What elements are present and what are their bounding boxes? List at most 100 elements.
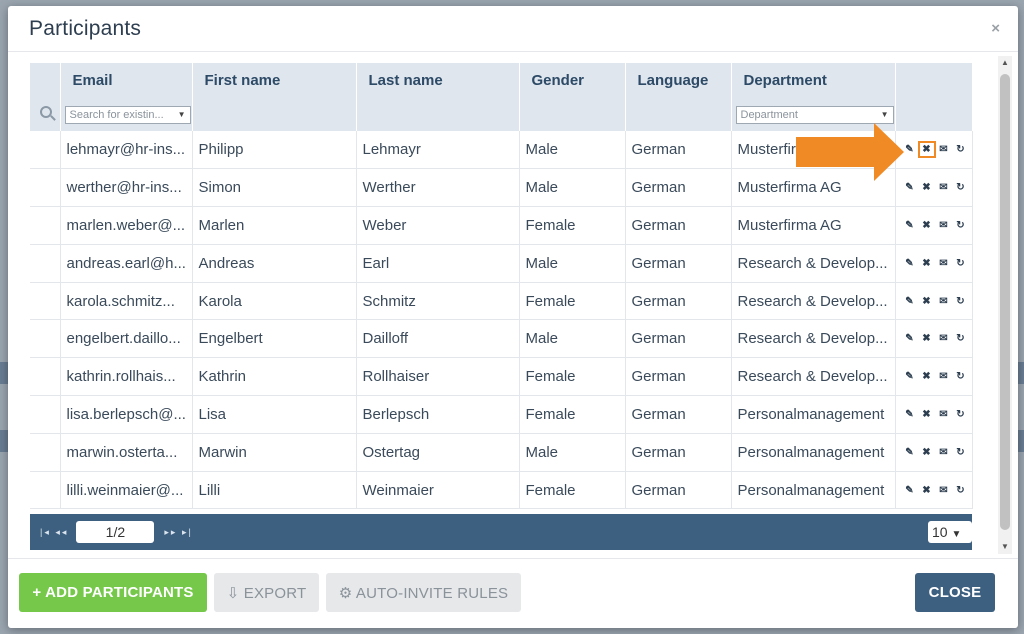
add-participants-button[interactable]: + ADD PARTICIPANTS (19, 573, 207, 612)
pencil-icon[interactable]: ✎ (904, 296, 916, 307)
row-select-cell[interactable] (30, 471, 61, 510)
pencil-icon[interactable]: ✎ (904, 333, 916, 344)
page-size-value: 10 (932, 524, 948, 540)
delete-x-icon[interactable]: ✖ (921, 182, 933, 193)
close-button[interactable]: CLOSE (915, 573, 995, 612)
delete-x-icon[interactable]: ✖ (921, 447, 933, 458)
cell-gender: Male (519, 168, 626, 208)
cell-first-name: Marwin (192, 433, 357, 472)
cell-language: German (625, 131, 732, 170)
column-header-first-name[interactable]: First name (192, 63, 357, 97)
email-filter-dropdown[interactable]: Search for existin... ▼ (64, 105, 191, 124)
pencil-icon[interactable]: ✎ (904, 220, 916, 231)
department-filter-dropdown[interactable]: Department ▼ (735, 105, 894, 124)
delete-x-icon[interactable]: ✖ (921, 409, 933, 420)
delete-x-icon[interactable]: ✖ (921, 333, 933, 344)
refresh-icon[interactable]: ↻ (955, 144, 967, 155)
page-number-input[interactable]: 1/2 (76, 521, 155, 543)
envelope-icon[interactable]: ✉ (938, 447, 950, 458)
table-row[interactable]: lilli.weinmaier@... Lilli Weinmaier Female G… (30, 471, 973, 510)
export-button[interactable]: ⇩ EXPORT (214, 573, 319, 612)
cell-email: lehmayr@hr-ins... (60, 131, 193, 170)
cell-last-name: Dailloff (356, 319, 520, 359)
refresh-icon[interactable]: ↻ (955, 182, 967, 193)
cell-language: German (625, 206, 732, 245)
pencil-icon[interactable]: ✎ (904, 409, 916, 420)
cell-department: Research & Develop... (731, 357, 896, 397)
page-size-select[interactable]: 10 ▼ (928, 521, 972, 543)
delete-x-icon[interactable]: ✖ (921, 220, 933, 231)
column-header-email[interactable]: Email (60, 63, 193, 97)
cell-last-name: Weber (356, 206, 520, 245)
envelope-icon[interactable]: ✉ (938, 144, 950, 155)
refresh-icon[interactable]: ↻ (955, 258, 967, 269)
column-header-select (30, 63, 61, 97)
cell-gender: Male (519, 433, 626, 472)
scrollbar-thumb[interactable] (1000, 74, 1010, 530)
scroll-up-icon[interactable]: ▲ (998, 56, 1012, 70)
auto-invite-rules-button[interactable]: ⚙ AUTO-INVITE RULES (326, 573, 521, 612)
envelope-icon[interactable]: ✉ (938, 485, 950, 496)
cell-last-name: Schmitz (356, 282, 520, 321)
delete-x-icon[interactable]: ✖ (921, 371, 933, 382)
pencil-icon[interactable]: ✎ (904, 447, 916, 458)
cell-email: lisa.berlepsch@... (60, 395, 193, 434)
search-icon (40, 106, 52, 118)
arrow-callout-icon (796, 123, 904, 181)
table-row[interactable]: karola.schmitz... Karola Schmitz Female Germ… (30, 282, 973, 321)
pencil-icon[interactable]: ✎ (904, 182, 916, 193)
cell-department: Research & Develop... (731, 282, 896, 321)
refresh-icon[interactable]: ↻ (955, 485, 967, 496)
column-header-department[interactable]: Department (731, 63, 896, 97)
scroll-down-icon[interactable]: ▼ (998, 540, 1012, 554)
row-select-cell[interactable] (30, 244, 61, 283)
delete-x-icon[interactable]: ✖ (917, 141, 936, 159)
refresh-icon[interactable]: ↻ (955, 333, 967, 344)
table-row[interactable]: marlen.weber@... Marlen Weber Female German M… (30, 206, 973, 245)
row-select-cell[interactable] (30, 319, 61, 359)
refresh-icon[interactable]: ↻ (955, 447, 967, 458)
table-row[interactable]: andreas.earl@h... Andreas Earl Male German Re… (30, 244, 973, 283)
cell-email: engelbert.daillo... (60, 319, 193, 359)
delete-x-icon[interactable]: ✖ (921, 296, 933, 307)
envelope-icon[interactable]: ✉ (938, 371, 950, 382)
row-select-cell[interactable] (30, 395, 61, 434)
row-select-cell[interactable] (30, 357, 61, 397)
envelope-icon[interactable]: ✉ (938, 220, 950, 231)
delete-x-icon[interactable]: ✖ (921, 258, 933, 269)
row-select-cell[interactable] (30, 433, 61, 472)
pencil-icon[interactable]: ✎ (904, 258, 916, 269)
table-row[interactable]: marwin.osterta... Marwin Ostertag Male Germa… (30, 433, 973, 472)
cell-last-name: Earl (356, 244, 520, 283)
row-select-cell[interactable] (30, 168, 61, 208)
envelope-icon[interactable]: ✉ (938, 182, 950, 193)
envelope-icon[interactable]: ✉ (938, 333, 950, 344)
envelope-icon[interactable]: ✉ (938, 296, 950, 307)
refresh-icon[interactable]: ↻ (955, 409, 967, 420)
refresh-icon[interactable]: ↻ (955, 371, 967, 382)
pencil-icon[interactable]: ✎ (904, 371, 916, 382)
cell-department: Personalmanagement (731, 395, 896, 434)
table-row[interactable]: lisa.berlepsch@... Lisa Berlepsch Female Ger… (30, 395, 973, 434)
row-select-cell[interactable] (30, 282, 61, 321)
cell-language: German (625, 244, 732, 283)
first-prev-page-icons[interactable]: |◂ ◂◂ (40, 527, 68, 538)
next-last-page-icons[interactable]: ▸▸ ▸| (164, 527, 192, 538)
close-icon[interactable]: × (991, 20, 1000, 37)
column-header-language[interactable]: Language (625, 63, 732, 97)
column-header-last-name[interactable]: Last name (356, 63, 520, 97)
envelope-icon[interactable]: ✉ (938, 409, 950, 420)
table-row[interactable]: engelbert.daillo... Engelbert Dailloff Male… (30, 319, 973, 359)
refresh-icon[interactable]: ↻ (955, 220, 967, 231)
row-select-cell[interactable] (30, 206, 61, 245)
refresh-icon[interactable]: ↻ (955, 296, 967, 307)
delete-x-icon[interactable]: ✖ (921, 485, 933, 496)
cell-first-name: Andreas (192, 244, 357, 283)
table-row[interactable]: kathrin.rollhais... Kathrin Rollhaiser Fema… (30, 357, 973, 397)
row-select-cell[interactable] (30, 131, 61, 170)
envelope-icon[interactable]: ✉ (938, 258, 950, 269)
cell-last-name: Ostertag (356, 433, 520, 472)
vertical-scrollbar[interactable]: ▲ ▼ (998, 56, 1012, 554)
column-header-gender[interactable]: Gender (519, 63, 626, 97)
pencil-icon[interactable]: ✎ (904, 485, 916, 496)
